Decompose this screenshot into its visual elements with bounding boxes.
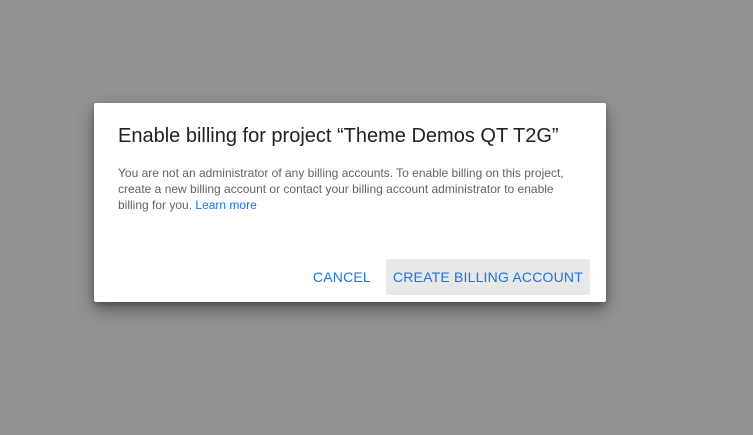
- create-billing-account-button[interactable]: CREATE BILLING ACCOUNT: [385, 259, 590, 295]
- enable-billing-dialog: Enable billing for project “Theme Demos …: [94, 103, 606, 302]
- learn-more-link[interactable]: Learn more: [195, 198, 256, 212]
- dialog-actions: CANCEL CREATE BILLING ACCOUNT: [306, 259, 590, 295]
- cancel-button[interactable]: CANCEL: [306, 259, 378, 295]
- dialog-message-text: You are not an administrator of any bill…: [118, 166, 564, 212]
- dialog-title: Enable billing for project “Theme Demos …: [118, 125, 559, 147]
- dialog-message: You are not an administrator of any bill…: [118, 165, 568, 213]
